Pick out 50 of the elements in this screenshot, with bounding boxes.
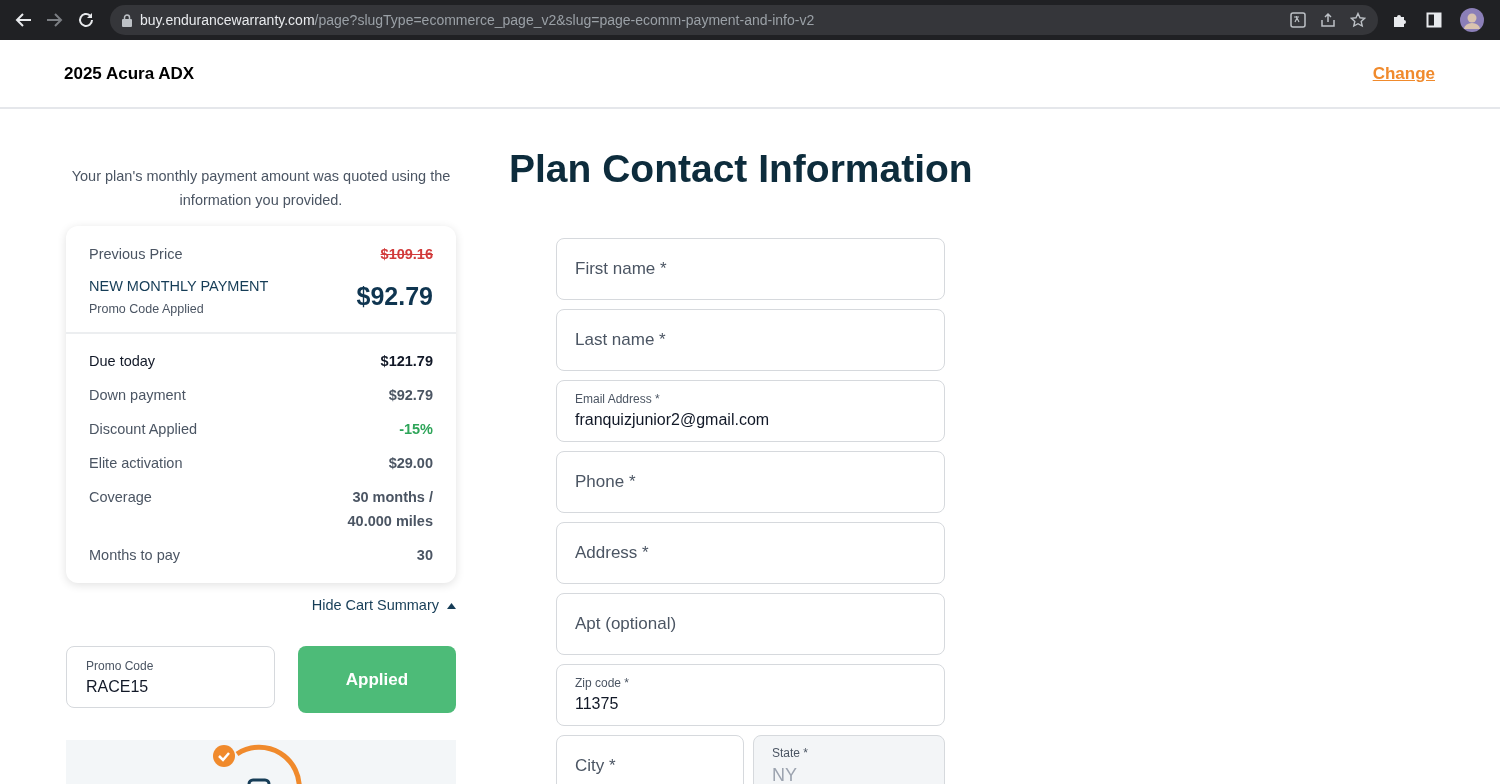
promo-code-label: Promo Code	[86, 658, 155, 675]
summary-label: Due today	[89, 352, 156, 372]
summary-value: -15%	[399, 420, 433, 440]
sidebar-icon[interactable]	[1426, 12, 1442, 28]
quote-note: Your plan's monthly payment amount was quoted using the information you provided.	[70, 167, 452, 210]
translate-icon[interactable]	[1290, 12, 1306, 28]
promo-code-value: RACE15	[86, 677, 149, 697]
form-field[interactable]: Zip code * 11375	[556, 664, 945, 726]
form-field[interactable]: Email Address * franquizjunior2@gmail.com	[556, 380, 945, 442]
summary-value: $29.00	[388, 454, 433, 474]
new-payment-label: NEW MONTHLY PAYMENT	[89, 276, 269, 296]
avatar-icon[interactable]	[1460, 8, 1484, 32]
promo-code-field[interactable]: Promo Code RACE15	[66, 646, 275, 708]
form-field[interactable]: Phone *	[556, 451, 945, 513]
form-field[interactable]: Apt (optional)	[556, 593, 945, 655]
forward-arrow-icon	[45, 11, 63, 29]
promo-applied-label: Promo Code Applied	[89, 300, 205, 318]
summary-value: $92.79	[388, 386, 433, 406]
field-value: franquizjunior2@gmail.com	[575, 410, 770, 430]
field-label: Zip code *	[575, 675, 630, 692]
address-bar[interactable]: buy.endurancewarranty.com/page?slugType=ecommerce_page_v2&slug=page-ecomm-payment-and-info-v2	[110, 5, 1378, 35]
form-title: Plan Contact Information	[509, 147, 973, 191]
summary-value: 30 months / 40.000 miles	[346, 488, 433, 532]
url-text: buy.endurancewarranty.com/page?slugType=ecommerce_page_v2&slug=page-ecomm-payment-and-info-v2	[140, 10, 815, 30]
summary-value: 30	[416, 546, 433, 566]
field-label: Email Address *	[575, 391, 660, 408]
previous-price-label: Previous Price	[89, 245, 183, 264]
summary-label: Coverage	[89, 488, 152, 508]
field-value: 11375	[575, 694, 619, 714]
form-field[interactable]: First name *	[556, 238, 945, 300]
new-price: $92.79	[356, 281, 433, 313]
summary-label: Discount Applied	[89, 420, 197, 440]
form-field[interactable]: City *	[556, 735, 744, 784]
share-icon[interactable]	[1320, 12, 1336, 28]
summary-label: Months to pay	[89, 546, 181, 566]
form-field[interactable]: Last name *	[556, 309, 945, 371]
form-field[interactable]: Address *	[556, 522, 945, 584]
puzzle-icon[interactable]	[1392, 12, 1408, 28]
summary-value: $121.79	[380, 352, 433, 372]
summary-label: Down payment	[89, 386, 186, 406]
summary-label: Elite activation	[89, 454, 183, 474]
field-value: NY	[772, 763, 797, 784]
previous-price: $109.16	[380, 245, 433, 264]
field-label: State *	[772, 744, 809, 762]
star-icon[interactable]	[1350, 12, 1366, 28]
vehicle-title: 2025 Acura ADX	[64, 62, 195, 85]
back-arrow-icon	[15, 11, 33, 29]
reload-icon	[77, 11, 95, 29]
hide-cart-summary-toggle[interactable]: Hide Cart Summary	[311, 595, 456, 617]
lock-icon	[122, 13, 132, 27]
